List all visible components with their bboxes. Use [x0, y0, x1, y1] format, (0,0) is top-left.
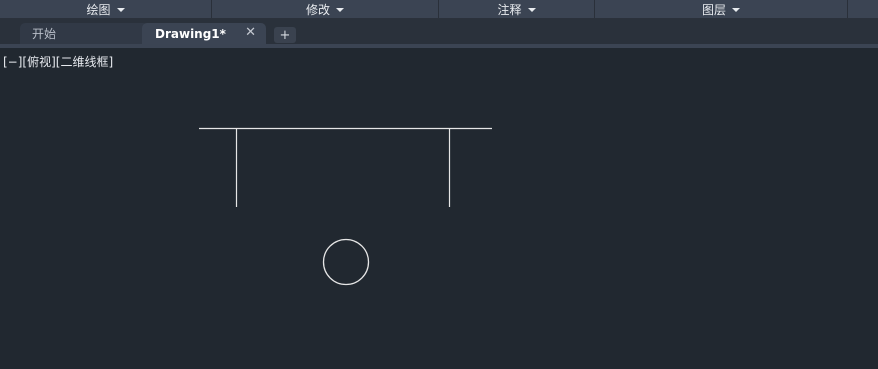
ribbon-panel-annotate[interactable]: 注释	[439, 0, 595, 18]
drawing-geometry	[199, 127, 492, 286]
ribbon-panel-layers-label: 图层	[701, 2, 726, 17]
chevron-down-icon	[527, 7, 536, 12]
chevron-down-icon	[336, 7, 344, 12]
drawing-viewport[interactable]: [−][俯视][二维线框]	[0, 48, 878, 369]
ribbon-panel-layers[interactable]: 图层	[595, 0, 848, 18]
ribbon-panel-draw[interactable]: 绘图	[0, 0, 212, 18]
ribbon-panel-overflow	[848, 0, 878, 18]
chevron-down-icon	[116, 7, 125, 12]
ribbon-panel-draw-label: 绘图	[86, 2, 111, 17]
plus-icon: +	[279, 27, 291, 43]
circle-shape[interactable]	[322, 238, 370, 286]
ribbon-panel-annotate-label: 注释	[497, 2, 522, 17]
file-tab-bar: 开始 Drawing1* ✕ +	[0, 19, 878, 44]
close-icon[interactable]: ✕	[245, 26, 256, 40]
chevron-down-icon	[732, 7, 740, 12]
tab-drawing1[interactable]: Drawing1* ✕	[142, 23, 266, 44]
new-tab-button[interactable]: +	[274, 27, 296, 43]
tab-start[interactable]: 开始	[20, 23, 148, 44]
tab-drawing1-label: Drawing1*	[155, 26, 226, 41]
ribbon-panel-modify-label: 修改	[305, 2, 330, 17]
ribbon-panel-title-bar: 绘图 修改 注释 图层	[0, 0, 878, 19]
autocad-window: 绘图 修改 注释 图层 开始 Drawing1* ✕ + [−][俯视][二维线…	[0, 0, 878, 369]
ribbon-panel-modify[interactable]: 修改	[212, 0, 439, 18]
tab-start-label: 开始	[32, 27, 57, 41]
